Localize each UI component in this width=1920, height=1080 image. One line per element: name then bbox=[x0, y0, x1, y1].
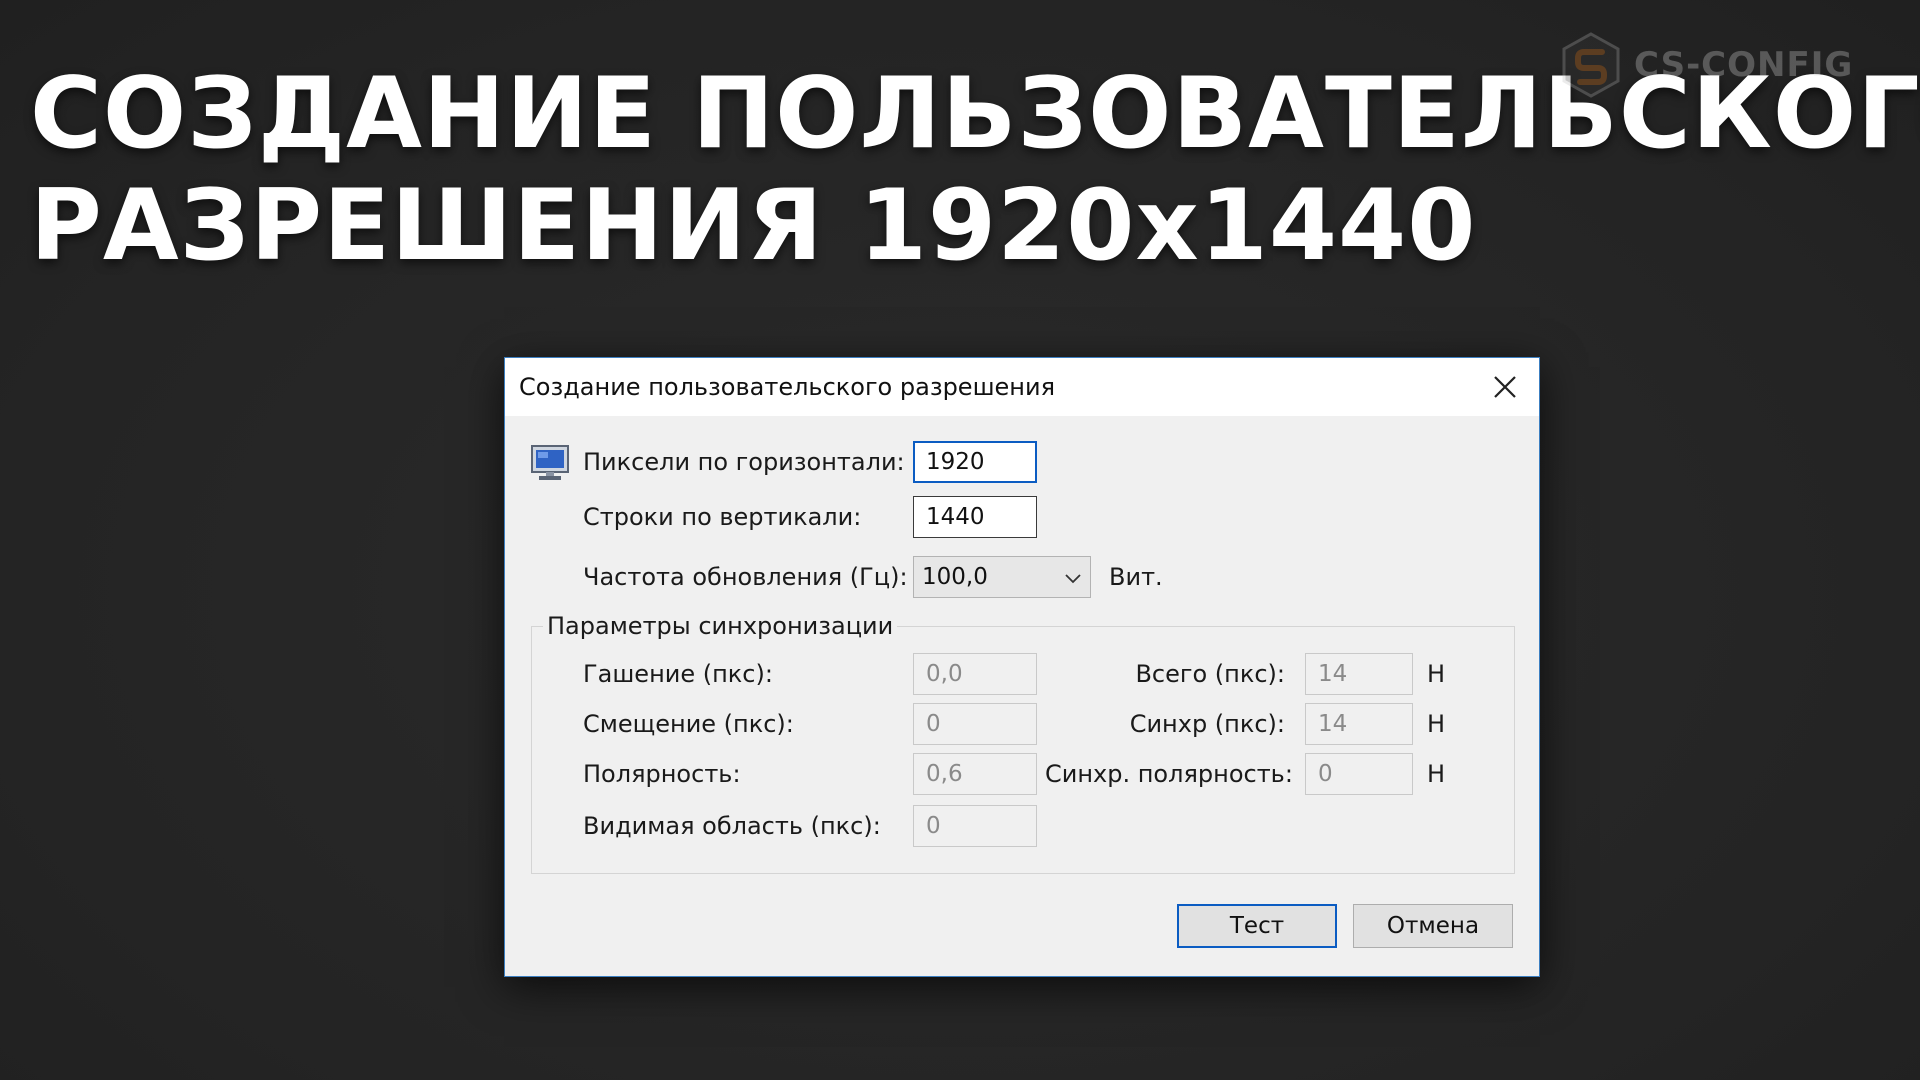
total-input[interactable] bbox=[1305, 653, 1413, 695]
total-label: Всего (пкс): bbox=[1135, 660, 1285, 688]
offset-input[interactable] bbox=[913, 703, 1037, 745]
vertical-lines-label: Строки по вертикали: bbox=[583, 503, 862, 531]
brand-watermark: CS-CONFIG bbox=[1556, 30, 1853, 100]
refresh-rate-value: 100,0 bbox=[922, 564, 988, 590]
horizontal-pixels-input[interactable] bbox=[913, 441, 1037, 483]
vertical-lines-input[interactable] bbox=[913, 496, 1037, 538]
headline-line-2: РАЗРЕШЕНИЯ 1920x1440 bbox=[30, 169, 1477, 283]
refresh-rate-select[interactable]: 100,0 bbox=[913, 556, 1091, 598]
polarity-label: Полярность: bbox=[583, 760, 741, 788]
refresh-rate-label: Частота обновления (Гц): bbox=[583, 563, 908, 591]
sync-polarity-unit: Н bbox=[1427, 760, 1446, 788]
chevron-down-icon bbox=[1065, 574, 1081, 584]
close-icon bbox=[1494, 376, 1516, 398]
close-button[interactable] bbox=[1485, 367, 1525, 407]
dialog-titlebar: Создание пользовательского разрешения bbox=[505, 358, 1539, 416]
test-button[interactable]: Тест bbox=[1177, 904, 1337, 948]
offset-label: Смещение (пкс): bbox=[583, 710, 794, 738]
sync-polarity-label: Синхр. полярность: bbox=[1045, 760, 1293, 788]
sync-params-legend: Параметры синхронизации bbox=[543, 612, 898, 640]
cancel-button[interactable]: Отмена bbox=[1353, 904, 1513, 948]
sync-width-label: Синхр (пкс): bbox=[1129, 710, 1285, 738]
blanking-input[interactable] bbox=[913, 653, 1037, 695]
brand-name: CS-CONFIG bbox=[1634, 45, 1854, 85]
visible-area-input[interactable] bbox=[913, 805, 1037, 847]
horizontal-pixels-label: Пиксели по горизонтали: bbox=[583, 448, 905, 476]
sync-width-unit: Н bbox=[1427, 710, 1446, 738]
monitor-icon bbox=[531, 445, 569, 480]
blanking-label: Гашение (пкс): bbox=[583, 660, 773, 688]
sync-width-input[interactable] bbox=[1305, 703, 1413, 745]
dialog-title: Создание пользовательского разрешения bbox=[519, 373, 1056, 401]
custom-resolution-dialog: Создание пользовательского разрешения Пи… bbox=[504, 357, 1540, 977]
sync-polarity-input[interactable] bbox=[1305, 753, 1413, 795]
video-frame: СОЗДАНИЕ ПОЛЬЗОВАТЕЛЬСКОГО РАЗРЕШЕНИЯ 19… bbox=[0, 0, 1920, 1080]
visible-area-label: Видимая область (пкс): bbox=[583, 812, 881, 840]
cs-config-logo-icon bbox=[1562, 32, 1620, 98]
refresh-rate-suffix: Вит. bbox=[1109, 563, 1163, 591]
polarity-input[interactable] bbox=[913, 753, 1037, 795]
total-unit: Н bbox=[1427, 660, 1446, 688]
